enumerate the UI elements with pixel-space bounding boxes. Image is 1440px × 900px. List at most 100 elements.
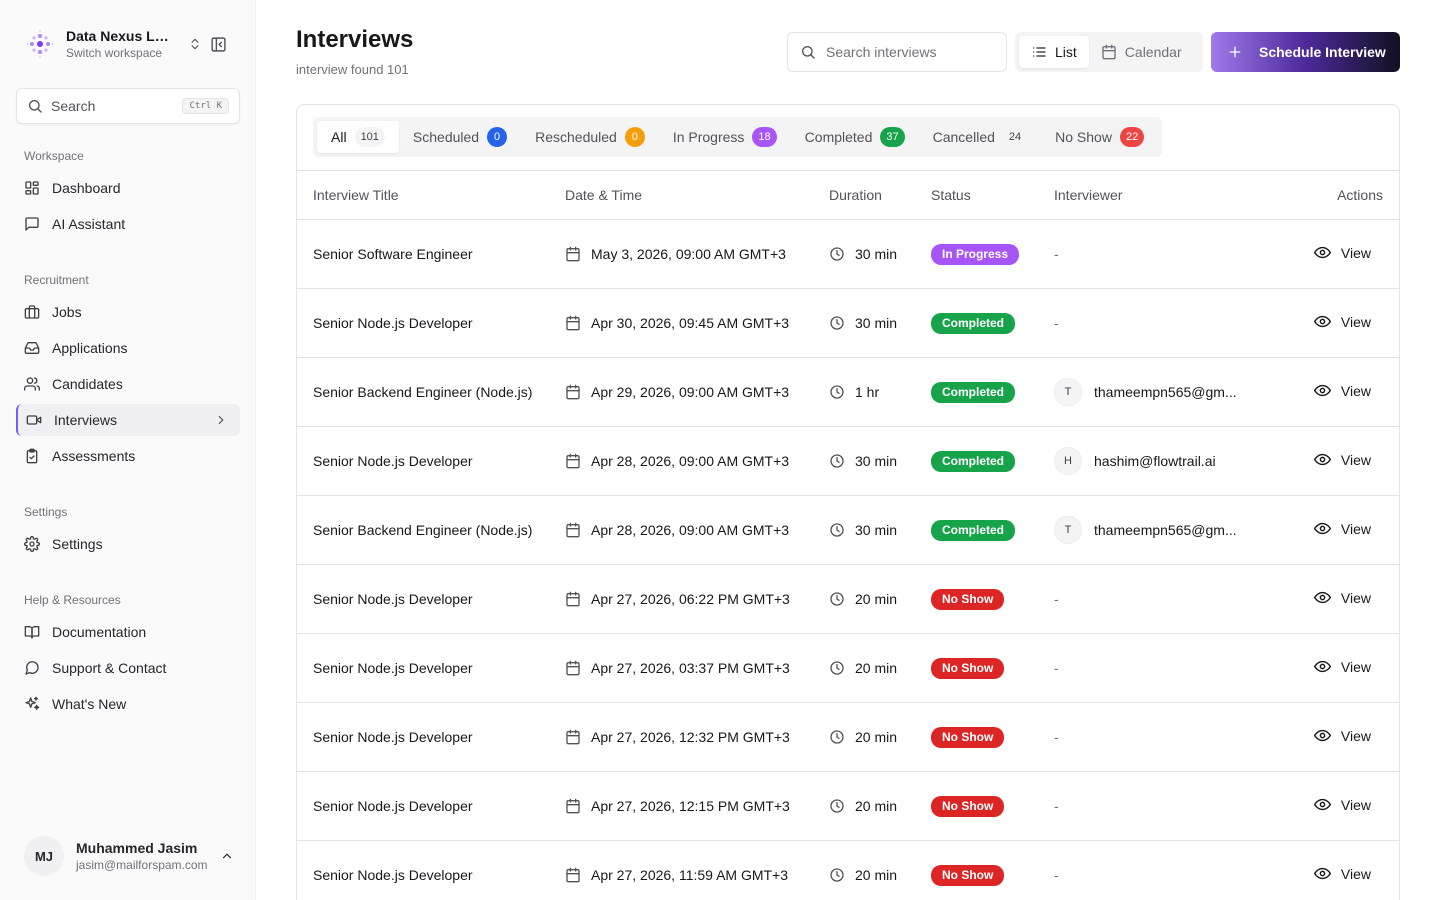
clock-icon (829, 522, 845, 538)
view-button[interactable]: View (1284, 313, 1383, 330)
calendar-icon (565, 522, 581, 538)
interviewer-email: thameempn565@gm... (1094, 522, 1237, 538)
tab-label: Completed (804, 129, 873, 145)
table-header-row: Interview Title Date & Time Duration Sta… (297, 170, 1399, 220)
table-row[interactable]: Senior Node.js Developer Apr 27, 2026, 03… (297, 633, 1399, 703)
calendar-view-button[interactable]: Calendar (1089, 36, 1194, 68)
interview-title: Senior Node.js Developer (297, 426, 565, 496)
chevron-up-icon (220, 849, 234, 863)
tab-rescheduled[interactable]: Rescheduled 0 (521, 121, 659, 153)
view-button[interactable]: View (1284, 658, 1383, 675)
table-row[interactable]: Senior Backend Engineer (Node.js) Apr 28,… (297, 495, 1399, 565)
view-button[interactable]: View (1284, 451, 1383, 468)
table-row[interactable]: Senior Node.js Developer Apr 27, 2026, 11… (297, 840, 1399, 900)
tab-count-badge: 22 (1119, 127, 1145, 147)
sidebar-item-applications[interactable]: Applications (16, 332, 240, 364)
interview-title: Senior Node.js Developer (297, 633, 565, 703)
sidebar-item-documentation[interactable]: Documentation (16, 616, 240, 648)
column-header-title[interactable]: Interview Title (297, 170, 565, 220)
sidebar-item-whats-new[interactable]: What's New (16, 688, 240, 720)
sidebar-item-support[interactable]: Support & Contact (16, 652, 240, 684)
interview-duration: 30 min (855, 453, 898, 469)
view-button[interactable]: View (1284, 727, 1383, 744)
clock-icon (829, 246, 845, 262)
status-badge: No Show (931, 726, 1005, 748)
sidebar-item-label: Settings (52, 536, 103, 552)
chat-icon (24, 216, 40, 232)
view-button[interactable]: View (1284, 382, 1383, 399)
sidebar-item-assessments[interactable]: Assessments (16, 440, 240, 472)
sidebar-item-dashboard[interactable]: Dashboard (16, 172, 240, 204)
interview-datetime: Apr 29, 2026, 09:00 AM GMT+3 (591, 384, 790, 400)
tab-cancelled[interactable]: Cancelled 24 (919, 121, 1042, 153)
tab-all[interactable]: All 101 (317, 121, 399, 153)
calendar-icon (565, 591, 581, 607)
user-email: jasim@mailforspam.com (76, 858, 208, 872)
column-header-interviewer[interactable]: Interviewer (1054, 170, 1284, 220)
interviewer-avatar: T (1054, 378, 1082, 406)
tab-no-show[interactable]: No Show 22 (1041, 121, 1158, 153)
table-row[interactable]: Senior Backend Engineer (Node.js) Apr 29,… (297, 357, 1399, 427)
view-toggle: List Calendar (1015, 32, 1203, 72)
user-menu[interactable]: MJ Muhammed Jasim jasim@mailforspam.com (24, 834, 240, 878)
eye-icon (1313, 589, 1331, 606)
interview-title: Senior Backend Engineer (Node.js) (297, 357, 565, 427)
interviewer-email: thameempn565@gm... (1094, 384, 1237, 400)
sidebar-item-label: Interviews (54, 412, 118, 428)
sidebar-search[interactable]: Search Ctrl K (16, 88, 240, 124)
tab-completed[interactable]: Completed 37 (791, 121, 919, 153)
sidebar-item-label: AI Assistant (52, 216, 126, 232)
sidebar-search-label: Search (51, 98, 96, 114)
sidebar-item-ai-assistant[interactable]: AI Assistant (16, 208, 240, 240)
plus-icon (1227, 44, 1243, 60)
sidebar-item-settings[interactable]: Settings (16, 528, 240, 560)
view-label: View (1340, 244, 1371, 261)
search-interviews[interactable] (787, 32, 1007, 72)
view-button[interactable]: View (1284, 796, 1383, 813)
interview-title: Senior Node.js Developer (297, 288, 565, 358)
interview-title: Senior Backend Engineer (Node.js) (297, 495, 565, 565)
section-title-recruitment: Recruitment (24, 273, 89, 287)
sidebar-item-interviews[interactable]: Interviews (16, 404, 240, 436)
view-button[interactable]: View (1284, 244, 1383, 261)
column-header-duration[interactable]: Duration (829, 170, 931, 220)
view-button[interactable]: View (1284, 520, 1383, 537)
dashboard-icon (24, 180, 40, 196)
workspace-switcher[interactable]: Data Nexus Labs Switch workspace (24, 26, 234, 62)
eye-icon (1313, 796, 1331, 813)
tab-scheduled[interactable]: Scheduled 0 (399, 121, 521, 153)
search-input[interactable] (826, 44, 996, 60)
eye-icon (1313, 244, 1331, 261)
table-row[interactable]: Senior Node.js Developer Apr 27, 2026, 12… (297, 702, 1399, 772)
view-button[interactable]: View (1284, 589, 1383, 606)
table-row[interactable]: Senior Software Engineer May 3, 2026, 09:… (297, 219, 1399, 289)
interview-duration: 20 min (855, 798, 898, 814)
list-view-button[interactable]: List (1019, 36, 1089, 68)
view-button[interactable]: View (1284, 865, 1383, 882)
status-badge: In Progress (931, 243, 1020, 265)
table-row[interactable]: Senior Node.js Developer Apr 27, 2026, 06… (297, 564, 1399, 634)
status-badge: No Show (931, 864, 1005, 886)
tab-in-progress[interactable]: In Progress 18 (659, 121, 791, 153)
sidebar-collapse-icon[interactable] (210, 36, 227, 53)
interview-datetime: Apr 27, 2026, 03:37 PM GMT+3 (591, 660, 790, 676)
interview-datetime: May 3, 2026, 09:00 AM GMT+3 (591, 246, 786, 262)
eye-icon (1313, 865, 1331, 882)
interviewer-empty: - (1054, 591, 1059, 607)
clock-icon (829, 384, 845, 400)
interview-duration: 20 min (855, 729, 898, 745)
chevron-right-icon (214, 413, 228, 427)
table-row[interactable]: Senior Node.js Developer Apr 30, 2026, 09… (297, 288, 1399, 358)
table-row[interactable]: Senior Node.js Developer Apr 27, 2026, 12… (297, 771, 1399, 841)
interviews-table: Interview Title Date & Time Duration Sta… (297, 170, 1399, 900)
table-row[interactable]: Senior Node.js Developer Apr 28, 2026, 09… (297, 426, 1399, 496)
interview-duration: 30 min (855, 246, 898, 262)
sidebar-item-candidates[interactable]: Candidates (16, 368, 240, 400)
schedule-interview-button[interactable]: Schedule Interview (1211, 32, 1400, 72)
column-header-datetime[interactable]: Date & Time (565, 170, 829, 220)
sidebar-item-jobs[interactable]: Jobs (16, 296, 240, 328)
interview-title: Senior Node.js Developer (297, 840, 565, 900)
column-header-status[interactable]: Status (931, 170, 1054, 220)
sidebar-item-label: Applications (52, 340, 128, 356)
sidebar-item-label: Dashboard (52, 180, 121, 196)
